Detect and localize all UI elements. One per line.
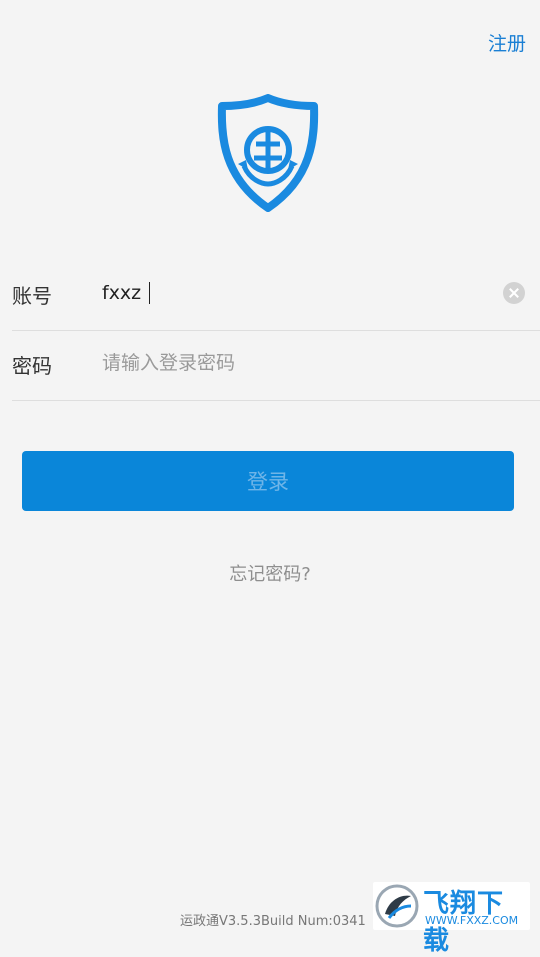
- password-row: 密码: [12, 330, 540, 401]
- shield-logo-icon: [217, 94, 319, 212]
- account-input[interactable]: [102, 276, 482, 310]
- version-text: 运政通V3.5.3Build Num:0341: [180, 914, 366, 929]
- watermark-logo-icon: [375, 884, 419, 928]
- clear-icon[interactable]: [503, 282, 525, 304]
- watermark-badge: 飞翔下载 WWW.FXXZ.COM: [373, 882, 530, 956]
- forgot-password-link[interactable]: 忘记密码?: [0, 560, 540, 586]
- watermark-url: WWW.FXXZ.COM: [425, 914, 519, 927]
- register-link[interactable]: 注册: [488, 29, 526, 56]
- password-label: 密码: [12, 354, 52, 378]
- text-caret: [149, 282, 150, 304]
- account-label: 账号: [12, 284, 52, 308]
- account-row: 账号: [12, 260, 540, 331]
- password-input[interactable]: [102, 346, 482, 380]
- login-button[interactable]: 登录: [22, 451, 514, 511]
